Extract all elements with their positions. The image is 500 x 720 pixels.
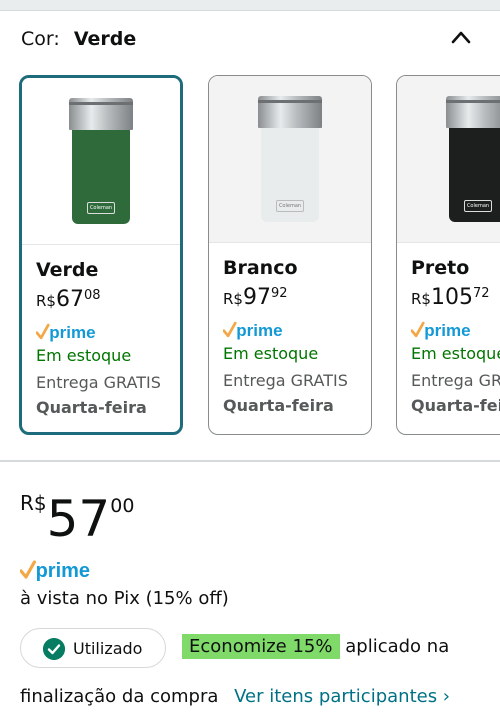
variant-name: Preto bbox=[411, 257, 470, 279]
pix-discount-note: à vista no Pix (15% off) bbox=[20, 588, 229, 609]
stock-status: Em estoque bbox=[223, 344, 319, 363]
coupon-text-line2: finalização da compra Ver itens particip… bbox=[20, 686, 450, 707]
delivery-day: Quarta-feira bbox=[223, 396, 334, 415]
tumbler-image: Coleman bbox=[258, 96, 322, 224]
section-divider bbox=[0, 460, 500, 462]
delivery-day: Quarta-feira bbox=[411, 396, 500, 415]
color-variant-carousel[interactable]: Coleman Verde R$6708 prime Em estoque En… bbox=[0, 73, 500, 443]
price-cents: 00 bbox=[110, 495, 135, 517]
variant-price: R$9792 bbox=[223, 285, 288, 310]
participating-items-link[interactable]: Ver itens participantes › bbox=[234, 686, 450, 707]
prime-icon: prime bbox=[35, 323, 96, 342]
variant-card-verde[interactable]: Coleman Verde R$6708 prime Em estoque En… bbox=[19, 75, 183, 435]
svg-text:prime: prime bbox=[36, 560, 90, 582]
shipping-info: Entrega GRATIS bbox=[36, 373, 161, 392]
check-circle-icon bbox=[43, 638, 65, 660]
svg-text:prime: prime bbox=[424, 321, 470, 340]
coupon-text-after: aplicado na bbox=[345, 636, 450, 657]
svg-text:prime: prime bbox=[49, 323, 95, 342]
tumbler-image: Coleman bbox=[69, 98, 133, 226]
selected-color: Verde bbox=[73, 28, 137, 50]
savings-highlight: Economize 15% bbox=[182, 634, 340, 659]
prime-logo: prime bbox=[410, 318, 500, 340]
variant-card-branco[interactable]: Coleman Branco R$9792 prime Em estoque E… bbox=[208, 75, 372, 435]
coupon-checkout-note: finalização da compra bbox=[20, 686, 219, 707]
variant-name: Branco bbox=[223, 257, 298, 279]
prime-icon: prime bbox=[19, 560, 90, 582]
variant-name: Verde bbox=[36, 259, 99, 281]
variant-image: Coleman bbox=[22, 78, 180, 245]
svg-text:prime: prime bbox=[236, 321, 282, 340]
variant-price: R$6708 bbox=[36, 287, 101, 312]
tumbler-image: Coleman bbox=[446, 96, 500, 224]
variant-image: Coleman bbox=[209, 76, 371, 243]
prime-icon: prime bbox=[410, 321, 471, 340]
variant-card-preto[interactable]: Coleman Preto R$10572 prime Em estoque E… bbox=[396, 75, 500, 435]
brand-badge: Coleman bbox=[276, 200, 304, 212]
color-selector-header[interactable]: Cor: Verde bbox=[21, 28, 136, 50]
stock-status: Em estoque bbox=[411, 344, 500, 363]
coupon-status-label: Utilizado bbox=[73, 639, 143, 658]
coupon-text: Economize 15% aplicado na bbox=[182, 634, 450, 659]
top-bar bbox=[0, 0, 500, 10]
top-divider bbox=[0, 10, 500, 11]
chevron-up-icon[interactable] bbox=[450, 28, 472, 46]
shipping-info: Entrega GRATIS bbox=[411, 371, 500, 390]
price-currency: R$ bbox=[20, 491, 47, 515]
price-whole: 57 bbox=[46, 490, 111, 548]
variant-price: R$10572 bbox=[411, 285, 490, 310]
prime-logo: prime bbox=[19, 556, 104, 588]
variant-image: Coleman bbox=[397, 76, 500, 243]
coupon-applied-badge[interactable]: Utilizado bbox=[20, 628, 166, 668]
prime-icon: prime bbox=[222, 321, 283, 340]
prime-logo: prime bbox=[222, 318, 371, 340]
color-label: Cor: bbox=[21, 28, 60, 50]
brand-badge: Coleman bbox=[87, 202, 115, 214]
stock-status: Em estoque bbox=[36, 346, 132, 365]
delivery-day: Quarta-feira bbox=[36, 398, 147, 417]
prime-logo: prime bbox=[35, 320, 180, 342]
shipping-info: Entrega GRATIS bbox=[223, 371, 348, 390]
brand-badge: Coleman bbox=[464, 200, 492, 212]
main-price: R$5700 bbox=[20, 490, 134, 548]
